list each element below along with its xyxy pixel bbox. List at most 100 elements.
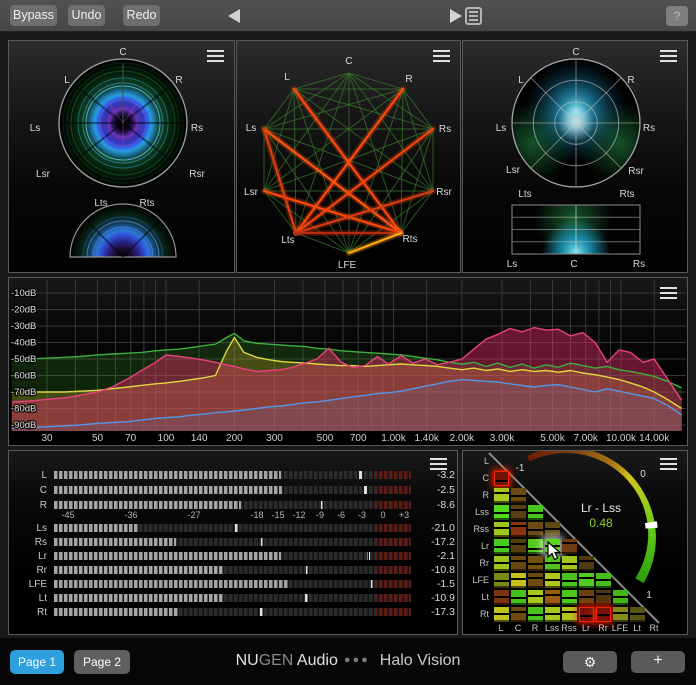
meter-value: -3.2 xyxy=(413,469,455,481)
meter-bar xyxy=(54,524,411,532)
db-axis-label: -40dB xyxy=(11,338,36,349)
meter-bar xyxy=(54,501,411,509)
meter-bar xyxy=(54,471,411,479)
matrix-row-label: C xyxy=(463,471,489,486)
halo-channel-label: C xyxy=(119,47,126,58)
matrix-cell-Rt-C[interactable] xyxy=(511,607,526,622)
matrix-cell-Rss-Lss[interactable] xyxy=(545,522,560,537)
spectrum-panel-menu-icon[interactable] xyxy=(660,287,677,299)
matrix-cell-Lt-L[interactable] xyxy=(494,590,509,605)
level-meters-panel: L-3.2C-2.5R-8.6Ls-21.0Rs-17.2Lr-2.1Rr-10… xyxy=(8,450,458,635)
meter-row-L: L -3.2 xyxy=(9,471,459,481)
radar-panel-menu-icon[interactable] xyxy=(660,50,677,62)
matrix-row-label: Lss xyxy=(463,505,489,520)
matrix-row-label: R xyxy=(463,488,489,503)
matrix-cell-Rr-L[interactable] xyxy=(494,556,509,571)
matrix-cell-Lt-Lr[interactable] xyxy=(579,590,594,605)
matrix-cell-Lr-R[interactable] xyxy=(528,539,543,554)
db-axis-label: -70dB xyxy=(11,387,36,398)
matrix-cell-Rt-Lr[interactable] xyxy=(579,607,594,622)
step-back-icon[interactable] xyxy=(228,9,240,23)
radar-channel-label: Rsr xyxy=(628,166,644,177)
help-button[interactable]: ? xyxy=(666,6,688,26)
matrix-cell-R-L[interactable] xyxy=(494,488,509,503)
meter-value: -10.8 xyxy=(413,564,455,576)
play-icon[interactable] xyxy=(450,9,462,23)
meter-channel-label: L xyxy=(15,470,47,481)
matrix-panel-menu-icon[interactable] xyxy=(660,458,677,470)
matrix-cell-Lss-R[interactable] xyxy=(528,505,543,520)
meter-channel-label: Rr xyxy=(15,565,47,576)
matrix-cell-Lss-L[interactable] xyxy=(494,505,509,520)
matrix-cell-Rt-L[interactable] xyxy=(494,607,509,622)
matrix-cell-Rt-Rr[interactable] xyxy=(596,607,611,622)
matrix-cell-Lt-Lss[interactable] xyxy=(545,590,560,605)
matrix-cell-Rss-R[interactable] xyxy=(528,522,543,537)
matrix-cell-Rt-Lss[interactable] xyxy=(545,607,560,622)
db-axis-label: -60dB xyxy=(11,371,36,382)
matrix-cell-Lt-R[interactable] xyxy=(528,590,543,605)
meter-bar xyxy=(54,580,411,588)
meter-row-Lt: Lt-10.9 xyxy=(9,594,459,604)
meter-bar xyxy=(54,594,411,602)
meter-bar xyxy=(54,608,411,616)
web-node-label: C xyxy=(345,56,352,67)
matrix-cell-Rt-Rss[interactable] xyxy=(562,607,577,622)
matrix-cell-Rt-R[interactable] xyxy=(528,607,543,622)
web-node-label: L xyxy=(284,72,290,83)
matrix-cell-Rr-C[interactable] xyxy=(511,556,526,571)
undo-button[interactable]: Undo xyxy=(68,5,105,26)
matrix-cell-LFE-R[interactable] xyxy=(528,573,543,588)
matrix-cell-Lt-LFE[interactable] xyxy=(613,590,628,605)
meter-bar xyxy=(54,486,411,494)
redo-button[interactable]: Redo xyxy=(123,5,160,26)
matrix-cell-Lt-C[interactable] xyxy=(511,590,526,605)
matrix-cell-Lt-Rr[interactable] xyxy=(596,590,611,605)
halo-vision-window: Bypass Undo Redo ? CLRLsRsLsrRsrLtsRts C… xyxy=(0,0,696,685)
matrix-cell-LFE-C[interactable] xyxy=(511,573,526,588)
matrix-cell-LFE-Lr[interactable] xyxy=(579,573,594,588)
matrix-cell-Lr-C[interactable] xyxy=(511,539,526,554)
meter-row-Ls: Ls-21.0 xyxy=(9,524,459,534)
matrix-cell-C-L[interactable] xyxy=(494,471,509,486)
halo-scope-panel: CLRLsRsLsrRsrLtsRts xyxy=(8,40,235,273)
brand-product-name: Halo Vision xyxy=(376,652,461,669)
halo-channel-label: R xyxy=(175,75,182,86)
matrix-cell-Rt-Lt[interactable] xyxy=(630,607,645,622)
bottom-toolbar: Page 1 Page 2 NUGEN Audio●●●Halo Vision … xyxy=(0,638,696,685)
playlist-icon[interactable] xyxy=(465,7,482,25)
meters-panel-menu-icon[interactable] xyxy=(430,458,447,470)
web-node-label: LFE xyxy=(338,260,357,271)
freq-axis-label: 1.40k xyxy=(414,433,439,444)
matrix-cell-Rss-L[interactable] xyxy=(494,522,509,537)
matrix-cell-Rr-Lr[interactable] xyxy=(579,556,594,571)
matrix-cell-Rss-C[interactable] xyxy=(511,522,526,537)
matrix-cell-LFE-L[interactable] xyxy=(494,573,509,588)
location-radar-panel: CLRLsRsLsrRsr LtsRtsLsCRs xyxy=(462,40,688,273)
web-panel-menu-icon[interactable] xyxy=(433,50,450,62)
bypass-button[interactable]: Bypass xyxy=(10,5,57,26)
halo-channel-label: Lsr xyxy=(36,169,51,180)
halo-panel-menu-icon[interactable] xyxy=(207,50,224,62)
matrix-cell-Lt-Rss[interactable] xyxy=(562,590,577,605)
matrix-cell-Lr-L[interactable] xyxy=(494,539,509,554)
web-node-label: Rsr xyxy=(436,187,452,198)
db-axis-label: -30dB xyxy=(11,321,36,332)
matrix-cell-Rt-LFE[interactable] xyxy=(613,607,628,622)
add-module-button[interactable]: + xyxy=(631,651,685,673)
settings-button[interactable]: ⚙ xyxy=(563,651,617,673)
strip-bottom-label: C xyxy=(570,259,577,270)
matrix-cell-LFE-Rr[interactable] xyxy=(596,573,611,588)
matrix-cell-LFE-Lss[interactable] xyxy=(545,573,560,588)
matrix-cell-Rr-R[interactable] xyxy=(528,556,543,571)
matrix-cell-R-C[interactable] xyxy=(511,488,526,503)
matrix-cell-LFE-Rss[interactable] xyxy=(562,573,577,588)
matrix-cell-Lss-C[interactable] xyxy=(511,505,526,520)
matrix-row-label: Rt xyxy=(463,607,489,622)
mouse-cursor xyxy=(547,541,565,561)
meter-row-Rt: Rt-17.3 xyxy=(9,608,459,618)
web-node-label: Rs xyxy=(439,124,451,135)
web-node-label: Rts xyxy=(403,234,418,245)
matrix-row-label: Lt xyxy=(463,590,489,605)
meter-bar xyxy=(54,566,411,574)
